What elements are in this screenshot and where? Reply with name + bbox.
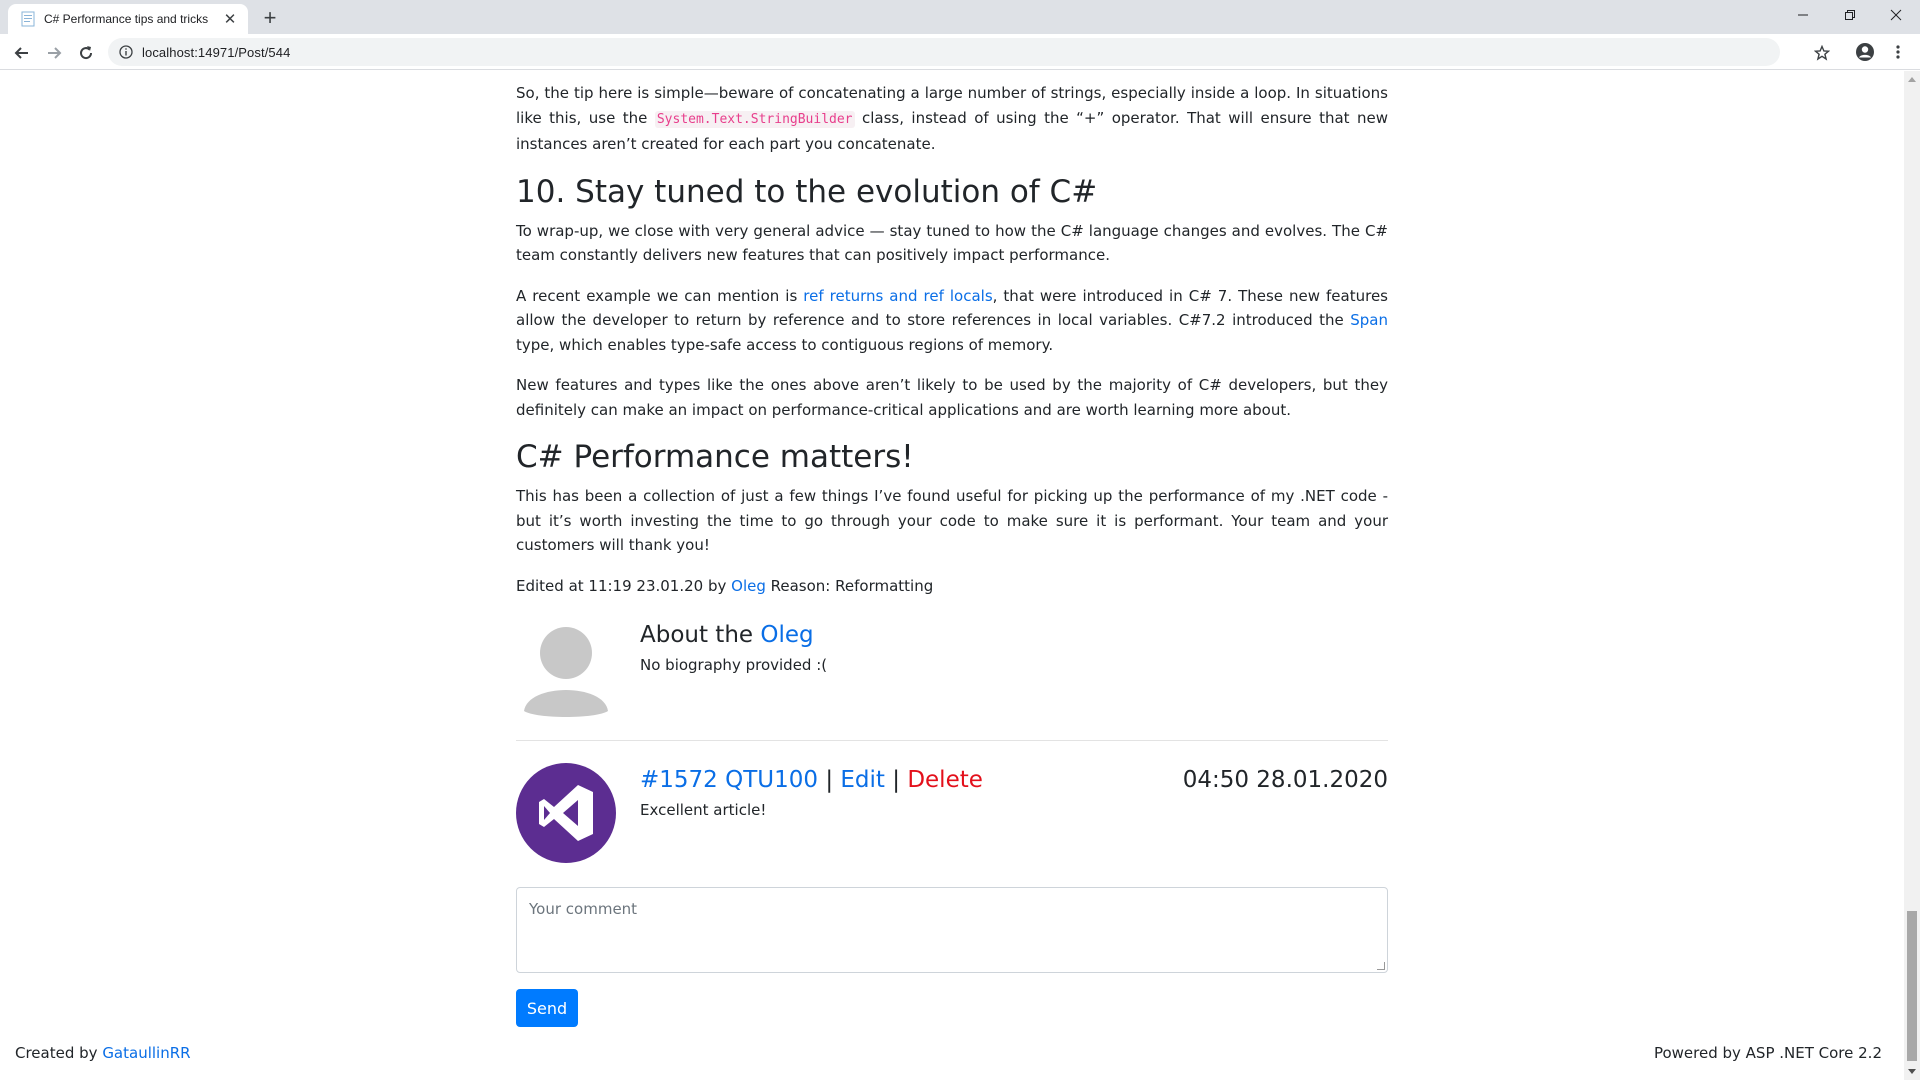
paragraph-recent-example: A recent example we can mention is ref r… <box>516 284 1388 358</box>
post-content: So, the tip here is simple—beware of con… <box>516 81 1388 1027</box>
comment-timestamp: 04:50 28.01.2020 <box>1182 767 1388 793</box>
author-name-link[interactable]: Oleg <box>760 622 813 648</box>
inline-code: System.Text.StringBuilder <box>654 110 855 128</box>
restore-icon[interactable] <box>1827 0 1873 30</box>
address-bar[interactable]: localhost:14971/Post/544 <box>108 38 1780 66</box>
comment-delete-link[interactable]: Delete <box>907 767 983 793</box>
scrollbar-thumb[interactable] <box>1907 911 1917 1061</box>
bookmark-star-icon[interactable] <box>1812 43 1832 63</box>
paragraph-new-features: New features and types like the ones abo… <box>516 376 1388 419</box>
site-info-icon[interactable] <box>118 44 134 60</box>
text-run: Created by <box>15 1044 103 1062</box>
comment-text: Excellent article! <box>640 801 767 819</box>
footer-powered-by: Powered by ASP .NET Core 2.2 <box>1653 1044 1882 1062</box>
footer-author-link[interactable]: GataullinRR <box>102 1044 190 1062</box>
span-link[interactable]: Span <box>1350 311 1388 329</box>
heading-evolution: 10. Stay tuned to the evolution of C# <box>516 173 1098 210</box>
back-icon[interactable] <box>8 39 36 67</box>
comment-item: #1572 QTU100 | Edit | Delete 04:50 28.01… <box>516 763 1388 863</box>
scroll-down-icon[interactable] <box>1908 1069 1916 1074</box>
page-favicon-icon <box>20 11 36 27</box>
profile-avatar-icon[interactable] <box>1854 41 1876 63</box>
text-run: type, which enables type-safe access to … <box>516 335 1054 354</box>
text-run: A recent example we can mention is <box>516 286 804 305</box>
vertical-scrollbar[interactable] <box>1904 71 1920 1080</box>
comment-edit-link[interactable]: Edit <box>840 767 885 793</box>
edited-info: Edited at 11:19 23.01.20 by Oleg Reason:… <box>516 574 1388 599</box>
ref-returns-link[interactable]: ref returns and ref locals <box>803 287 992 305</box>
tab-close-icon[interactable]: ✕ <box>222 11 238 28</box>
heading-performance-matters: C# Performance matters! <box>516 439 914 475</box>
url-text: localhost:14971/Post/544 <box>142 44 291 60</box>
comment-author-link[interactable]: #1572 QTU100 <box>640 767 818 793</box>
browser-tabstrip: C# Performance tips and tricks ✕ + <box>0 0 1920 34</box>
comment-textarea[interactable]: Your comment <box>516 887 1388 973</box>
paragraph-stringbuilder: So, the tip here is simple—beware of con… <box>516 81 1388 157</box>
text-run: Edited at 11:19 23.01.20 by <box>516 576 732 595</box>
comment-body: #1572 QTU100 | Edit | Delete 04:50 28.01… <box>640 763 1388 863</box>
author-box: About the Oleg No biography provided :( <box>516 618 1388 741</box>
separator: | <box>892 767 900 793</box>
page-viewport: So, the tip here is simple—beware of con… <box>0 71 1904 1080</box>
new-tab-icon[interactable]: + <box>258 6 282 30</box>
author-bio: No biography provided :( <box>640 656 828 674</box>
comment-placeholder: Your comment <box>529 900 638 918</box>
footer-created-by: Created by GataullinRR <box>15 1044 191 1062</box>
author-heading: About the Oleg <box>640 620 827 650</box>
paragraph-collection: This has been a collection of just a few… <box>516 487 1388 554</box>
text-run: About the <box>640 622 761 648</box>
default-avatar-icon <box>516 618 616 718</box>
visual-studio-avatar-icon <box>516 763 616 863</box>
tab-title: C# Performance tips and tricks <box>44 12 209 26</box>
browser-menu-icon[interactable] <box>1888 41 1908 63</box>
minimize-icon[interactable] <box>1780 0 1826 30</box>
reload-icon[interactable] <box>72 39 100 67</box>
scroll-up-icon[interactable] <box>1908 77 1916 82</box>
paragraph-wrapup: To wrap-up, we close with very general a… <box>516 221 1388 265</box>
browser-tab[interactable]: C# Performance tips and tricks ✕ <box>8 4 248 34</box>
comment-meta: #1572 QTU100 | Edit | Delete <box>640 765 983 795</box>
comment-header: #1572 QTU100 | Edit | Delete 04:50 28.01… <box>640 765 1388 795</box>
author-info: About the Oleg No biography provided :( <box>640 618 827 718</box>
send-button[interactable]: Send <box>516 989 578 1027</box>
resize-handle-icon[interactable] <box>1377 962 1385 970</box>
browser-toolbar: localhost:14971/Post/544 <box>0 34 1920 70</box>
close-window-icon[interactable] <box>1873 0 1919 30</box>
text-run: Reason: Reformatting <box>765 576 934 595</box>
forward-icon[interactable] <box>40 39 68 67</box>
edited-author-link[interactable]: Oleg <box>731 577 766 595</box>
separator: | <box>825 767 834 793</box>
